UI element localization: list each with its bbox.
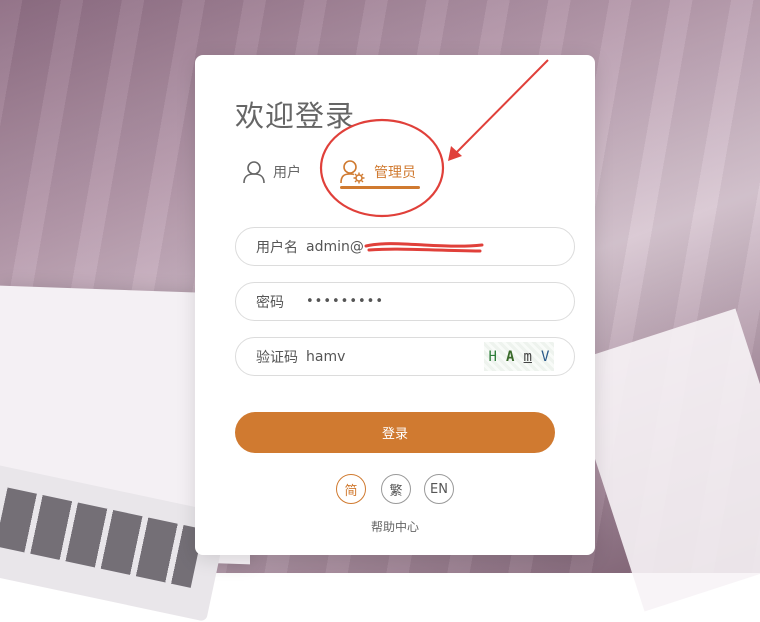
lang-english-button[interactable]: EN	[424, 474, 454, 504]
login-button[interactable]: 登录	[235, 412, 555, 453]
tab-admin-label: 管理员	[374, 165, 416, 181]
captcha-char: A	[506, 348, 515, 365]
tab-user[interactable]: 用户	[243, 155, 301, 189]
username-field[interactable]: 用户名 admin@	[235, 227, 575, 266]
lang-simplified-button[interactable]: 简	[336, 474, 366, 504]
tab-user-label: 用户	[273, 165, 301, 181]
captcha-field[interactable]: 验证码 hamv H A m V	[235, 337, 575, 376]
captcha-char: H	[488, 348, 497, 365]
password-field[interactable]: 密码 •••••••••	[235, 282, 575, 321]
username-value: admin@	[306, 238, 364, 255]
user-icon	[243, 161, 265, 184]
admin-icon	[340, 160, 365, 184]
help-center-link[interactable]: 帮助中心	[195, 518, 595, 535]
captcha-value: hamv	[306, 348, 346, 365]
captcha-char: m	[523, 348, 532, 365]
captcha-image[interactable]: H A m V	[484, 342, 554, 371]
page-title: 欢迎登录	[235, 99, 356, 133]
login-card: 欢迎登录 用户 管理员 用户名 admin@ 密码 ••••••••• 验证码 …	[195, 55, 595, 555]
active-tab-indicator	[340, 186, 420, 189]
password-label: 密码	[256, 294, 284, 311]
username-label: 用户名	[256, 239, 298, 256]
redaction-scribble	[364, 242, 484, 253]
captcha-char: V	[541, 348, 550, 365]
lang-traditional-button[interactable]: 繁	[381, 474, 411, 504]
captcha-label: 验证码	[256, 349, 298, 366]
password-value: •••••••••	[306, 294, 385, 309]
tab-admin[interactable]: 管理员	[340, 155, 416, 189]
